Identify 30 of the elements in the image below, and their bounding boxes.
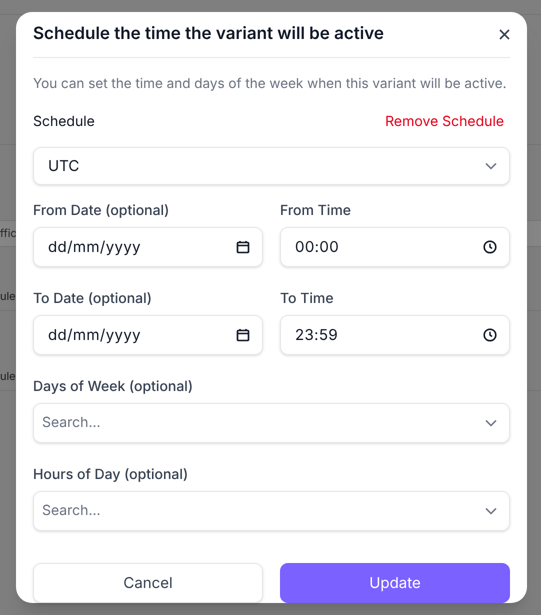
date-field[interactable]: dd/mm/yyyy [33,315,263,355]
field-label: Days of Week (optional) [33,377,194,397]
background-text: ule [0,371,16,382]
update-button[interactable]: Update [280,563,510,603]
cancel-button[interactable]: Cancel [33,563,263,603]
time-field[interactable]: 23:59 [280,315,510,355]
clock-icon[interactable] [483,328,497,342]
field-label: From Date (optional) [33,201,170,221]
time-field[interactable]: 00:00 [280,227,510,267]
search-select[interactable]: Search... [33,403,510,443]
remove-schedule-link[interactable]: Remove Schedule [385,112,510,132]
timezone-select[interactable]: UTC [33,147,510,185]
field-label: To Time [280,289,335,309]
chevron-down-icon [485,419,497,427]
field-label: To Date (optional) [33,289,153,309]
dialog-description: You can set the time and days of the week when this variant will be active. [33,75,508,94]
chevron-down-icon [485,162,497,170]
field-label: From Time [280,201,352,221]
calendar-icon[interactable] [236,328,250,342]
close-icon[interactable] [499,29,510,40]
calendar-icon[interactable] [236,240,250,254]
dialog-title: Schedule the time the variant will be active [33,22,384,46]
field-label: Hours of Day (optional) [33,465,190,485]
chevron-down-icon [485,507,497,515]
date-field[interactable]: dd/mm/yyyy [33,227,263,267]
background-text: ule [0,291,16,302]
background-text: ffic [0,228,17,239]
search-select[interactable]: Search... [33,491,510,531]
schedule-label: Schedule [33,112,95,132]
clock-icon[interactable] [483,240,497,254]
